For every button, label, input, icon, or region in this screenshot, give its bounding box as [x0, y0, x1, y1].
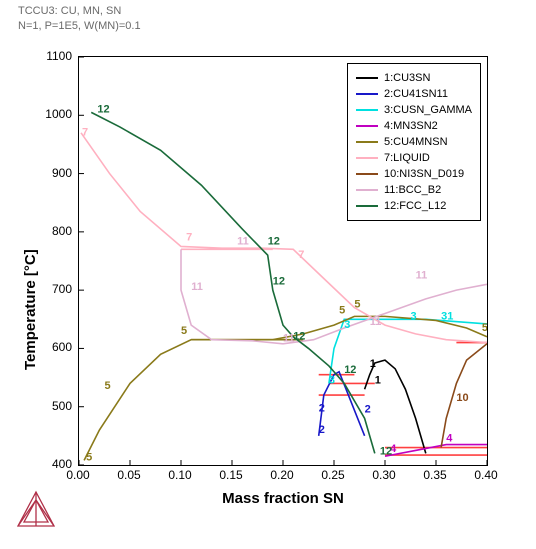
y-axis-label: Temperature [°C] [22, 249, 39, 370]
title-line-1: TCCU3: CU, MN, SN [18, 4, 141, 19]
legend-item: 11:BCC_B2 [356, 182, 472, 198]
legend-swatch [356, 77, 378, 79]
chart-header: TCCU3: CU, MN, SN N=1, P=1E5, W(MN)=0.1 [18, 4, 141, 34]
figure: TCCU3: CU, MN, SN N=1, P=1E5, W(MN)=0.1 … [0, 0, 536, 549]
legend-label: 7:LIQUID [384, 152, 430, 164]
y-tick: 600 [38, 340, 72, 354]
svg-text:3: 3 [329, 374, 335, 386]
svg-text:7: 7 [298, 249, 304, 261]
svg-text:5: 5 [86, 451, 92, 463]
y-tick: 1000 [38, 107, 72, 121]
x-tick: 0.10 [168, 468, 191, 482]
legend-swatch [356, 141, 378, 143]
legend-item: 3:CUSN_GAMMA [356, 102, 472, 118]
svg-text:2: 2 [365, 404, 371, 416]
title-line-2: N=1, P=1E5, W(MN)=0.1 [18, 19, 141, 34]
svg-text:12: 12 [268, 236, 280, 248]
legend-item: 4:MN3SN2 [356, 118, 472, 134]
y-tick: 1100 [38, 49, 72, 63]
svg-text:3: 3 [344, 319, 350, 331]
svg-text:7: 7 [186, 232, 192, 244]
svg-text:1: 1 [375, 374, 381, 386]
x-tick: 0.35 [423, 468, 446, 482]
svg-text:5: 5 [105, 380, 111, 392]
svg-text:7: 7 [82, 127, 88, 139]
y-tick: 700 [38, 282, 72, 296]
svg-text:11: 11 [370, 316, 382, 328]
x-axis-label: Mass fraction SN [78, 490, 488, 507]
svg-text:12: 12 [344, 364, 356, 376]
legend-swatch [356, 189, 378, 191]
svg-text:11: 11 [191, 281, 203, 293]
legend-label: 11:BCC_B2 [384, 184, 441, 196]
svg-text:12: 12 [97, 103, 109, 115]
legend-label: 3:CUSN_GAMMA [384, 104, 472, 116]
legend-label: 1:CU3SN [384, 72, 430, 84]
x-tick: 0.05 [117, 468, 140, 482]
x-tick: 0.30 [372, 468, 395, 482]
svg-text:2: 2 [319, 402, 325, 414]
svg-text:1: 1 [370, 358, 376, 370]
plot-area: 1277111271112115511553311315121211232210… [78, 56, 488, 466]
legend-swatch [356, 93, 378, 95]
legend-label: 5:CU4MNSN [384, 136, 448, 148]
svg-text:12: 12 [293, 331, 305, 343]
svg-text:5: 5 [354, 299, 360, 311]
x-tick: 0.20 [270, 468, 293, 482]
legend-swatch [356, 109, 378, 111]
legend-item: 2:CU41SN11 [356, 86, 472, 102]
legend-item: 12:FCC_L12 [356, 198, 472, 214]
y-tick: 400 [38, 457, 72, 471]
svg-text:12: 12 [380, 446, 392, 458]
y-tick: 500 [38, 399, 72, 413]
legend-item: 1:CU3SN [356, 70, 472, 86]
legend-item: 7:LIQUID [356, 150, 472, 166]
x-tick: 0.15 [219, 468, 242, 482]
y-tick: 800 [38, 224, 72, 238]
svg-text:10: 10 [456, 392, 468, 404]
legend-label: 10:NI3SN_D019 [384, 168, 464, 180]
x-tick: 0.40 [474, 468, 497, 482]
legend-swatch [356, 173, 378, 175]
legend-label: 2:CU41SN11 [384, 88, 448, 100]
legend-item: 10:NI3SN_D019 [356, 166, 472, 182]
svg-text:11: 11 [237, 236, 249, 248]
legend-swatch [356, 157, 378, 159]
legend-label: 4:MN3SN2 [384, 120, 438, 132]
svg-text:12: 12 [273, 275, 285, 287]
legend-swatch [356, 125, 378, 127]
legend-label: 12:FCC_L12 [384, 200, 446, 212]
legend-swatch [356, 205, 378, 207]
y-tick: 900 [38, 166, 72, 180]
svg-text:2: 2 [319, 424, 325, 436]
svg-text:5: 5 [181, 325, 187, 337]
x-tick: 0.25 [321, 468, 344, 482]
legend-item: 5:CU4MNSN [356, 134, 472, 150]
thermocalc-logo-icon [14, 490, 58, 535]
legend: 1:CU3SN 2:CU41SN11 3:CUSN_GAMMA 4:MN3SN2 5:C… [347, 63, 481, 221]
svg-text:3: 3 [411, 310, 417, 322]
svg-text:31: 31 [441, 310, 453, 322]
svg-text:4: 4 [446, 433, 453, 445]
svg-text:5: 5 [339, 304, 345, 316]
svg-text:5: 5 [482, 322, 487, 334]
svg-text:11: 11 [416, 269, 428, 281]
